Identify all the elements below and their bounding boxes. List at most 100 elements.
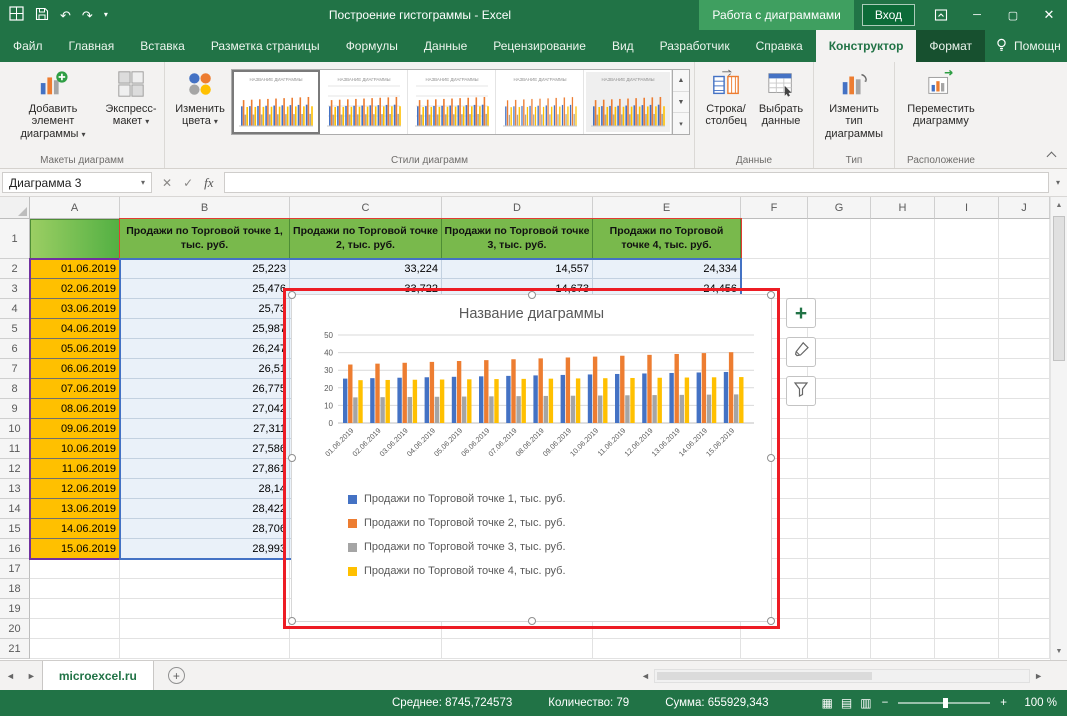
cell-B7[interactable]: 26,51 — [120, 359, 290, 379]
page-break-view-icon[interactable]: ▥ — [860, 696, 871, 710]
selection-handle-8[interactable] — [767, 617, 775, 625]
save-icon[interactable] — [35, 7, 49, 24]
cell-B20[interactable] — [120, 619, 290, 639]
row-header-12[interactable]: 12 — [0, 459, 30, 479]
cell-B8[interactable]: 26,775 — [120, 379, 290, 399]
cell-J1[interactable] — [999, 219, 1050, 259]
cell-C2[interactable]: 33,224 — [290, 259, 442, 279]
cell-B4[interactable]: 25,73 — [120, 299, 290, 319]
cell-G20[interactable] — [808, 619, 871, 639]
cell-D2[interactable]: 14,557 — [442, 259, 593, 279]
cell-H12[interactable] — [871, 459, 935, 479]
legend-item-4[interactable]: Продажи по Торговой точке 4, тыс. руб. — [348, 565, 566, 577]
cell-H14[interactable] — [871, 499, 935, 519]
scroll-up-arrow[interactable]: ▲ — [1051, 197, 1067, 214]
tab-konstruktor[interactable]: Конструктор — [816, 30, 917, 62]
column-header-J[interactable]: J — [999, 197, 1050, 219]
select-data-button[interactable]: Выбрать данные — [753, 65, 809, 130]
cell-J12[interactable] — [999, 459, 1050, 479]
cell-J10[interactable] — [999, 419, 1050, 439]
cell-J13[interactable] — [999, 479, 1050, 499]
cell-A16[interactable]: 15.06.2019 — [30, 539, 120, 559]
cell-I9[interactable] — [935, 399, 999, 419]
cell-I5[interactable] — [935, 319, 999, 339]
cell-G2[interactable] — [808, 259, 871, 279]
cell-I6[interactable] — [935, 339, 999, 359]
cancel-icon[interactable]: ✕ — [162, 176, 172, 190]
close-button[interactable]: ✕ — [1031, 0, 1067, 30]
cell-A9[interactable]: 08.06.2019 — [30, 399, 120, 419]
cell-I4[interactable] — [935, 299, 999, 319]
excel-app-icon[interactable] — [9, 6, 24, 24]
cell-J15[interactable] — [999, 519, 1050, 539]
cell-A4[interactable]: 03.06.2019 — [30, 299, 120, 319]
cell-H9[interactable] — [871, 399, 935, 419]
row-header-6[interactable]: 6 — [0, 339, 30, 359]
zoom-in-button[interactable]: + — [1000, 697, 1007, 709]
cell-I19[interactable] — [935, 599, 999, 619]
zoom-slider-thumb[interactable] — [943, 698, 948, 708]
cell-H1[interactable] — [871, 219, 935, 259]
redo-icon[interactable]: ↷ — [82, 9, 93, 22]
maximize-button[interactable]: ▢ — [995, 0, 1031, 30]
chart-legend[interactable]: Продажи по Торговой точке 1, тыс. руб.Пр… — [348, 493, 566, 577]
cell-H16[interactable] — [871, 539, 935, 559]
cell-C1[interactable]: Продажи по Торговой точке 2, тыс. руб. — [290, 219, 442, 259]
cell-G13[interactable] — [808, 479, 871, 499]
select-all-button[interactable] — [0, 197, 30, 219]
legend-item-3[interactable]: Продажи по Торговой точке 3, тыс. руб. — [348, 541, 566, 553]
horizontal-scroll-track[interactable] — [654, 669, 1030, 683]
cell-H4[interactable] — [871, 299, 935, 319]
cell-I1[interactable] — [935, 219, 999, 259]
cell-A13[interactable]: 12.06.2019 — [30, 479, 120, 499]
cell-E20[interactable] — [593, 619, 741, 639]
cell-B15[interactable]: 28,706 — [120, 519, 290, 539]
row-header-2[interactable]: 2 — [0, 259, 30, 279]
row-header-20[interactable]: 20 — [0, 619, 30, 639]
chart-style-thumbnail-1[interactable]: НАЗВАНИЕ ДИАГРАММЫ — [232, 70, 320, 134]
cell-H13[interactable] — [871, 479, 935, 499]
cell-G1[interactable] — [808, 219, 871, 259]
cell-G8[interactable] — [808, 379, 871, 399]
chart-style-thumbnail-4[interactable]: НАЗВАНИЕ ДИАГРАММЫ — [496, 70, 584, 134]
column-header-F[interactable]: F — [741, 197, 808, 219]
undo-icon[interactable]: ↶ — [60, 9, 71, 22]
formula-input[interactable] — [224, 172, 1049, 193]
row-header-15[interactable]: 15 — [0, 519, 30, 539]
row-header-3[interactable]: 3 — [0, 279, 30, 299]
column-header-B[interactable]: B — [120, 197, 290, 219]
cell-J8[interactable] — [999, 379, 1050, 399]
scroll-down-arrow[interactable]: ▼ — [1051, 643, 1067, 660]
selection-handle-2[interactable] — [528, 291, 536, 299]
cell-I20[interactable] — [935, 619, 999, 639]
legend-item-2[interactable]: Продажи по Торговой точке 2, тыс. руб. — [348, 517, 566, 529]
cell-J11[interactable] — [999, 439, 1050, 459]
cell-H11[interactable] — [871, 439, 935, 459]
chart-title[interactable]: Название диаграммы — [292, 306, 771, 322]
tab-file[interactable]: Файл — [0, 30, 56, 62]
chart-style-thumbnail-3[interactable]: НАЗВАНИЕ ДИАГРАММЫ — [408, 70, 496, 134]
cell-I15[interactable] — [935, 519, 999, 539]
selection-handle-3[interactable] — [767, 291, 775, 299]
cell-J2[interactable] — [999, 259, 1050, 279]
cell-A7[interactable]: 06.06.2019 — [30, 359, 120, 379]
tab-6[interactable]: Рецензирование — [480, 30, 599, 62]
cell-G11[interactable] — [808, 439, 871, 459]
row-header-16[interactable]: 16 — [0, 539, 30, 559]
cell-A21[interactable] — [30, 639, 120, 659]
cell-I16[interactable] — [935, 539, 999, 559]
vertical-scrollbar[interactable]: ▲ ▼ — [1050, 197, 1067, 660]
cell-G7[interactable] — [808, 359, 871, 379]
chart-styles-button[interactable] — [786, 337, 816, 367]
cell-A2[interactable]: 01.06.2019 — [30, 259, 120, 279]
cell-A6[interactable]: 05.06.2019 — [30, 339, 120, 359]
cell-J21[interactable] — [999, 639, 1050, 659]
cell-A5[interactable]: 04.06.2019 — [30, 319, 120, 339]
tab-5[interactable]: Данные — [411, 30, 480, 62]
cell-F2[interactable] — [741, 259, 808, 279]
cell-G6[interactable] — [808, 339, 871, 359]
cell-B3[interactable]: 25,476 — [120, 279, 290, 299]
column-header-C[interactable]: C — [290, 197, 442, 219]
cell-B21[interactable] — [120, 639, 290, 659]
cell-G21[interactable] — [808, 639, 871, 659]
